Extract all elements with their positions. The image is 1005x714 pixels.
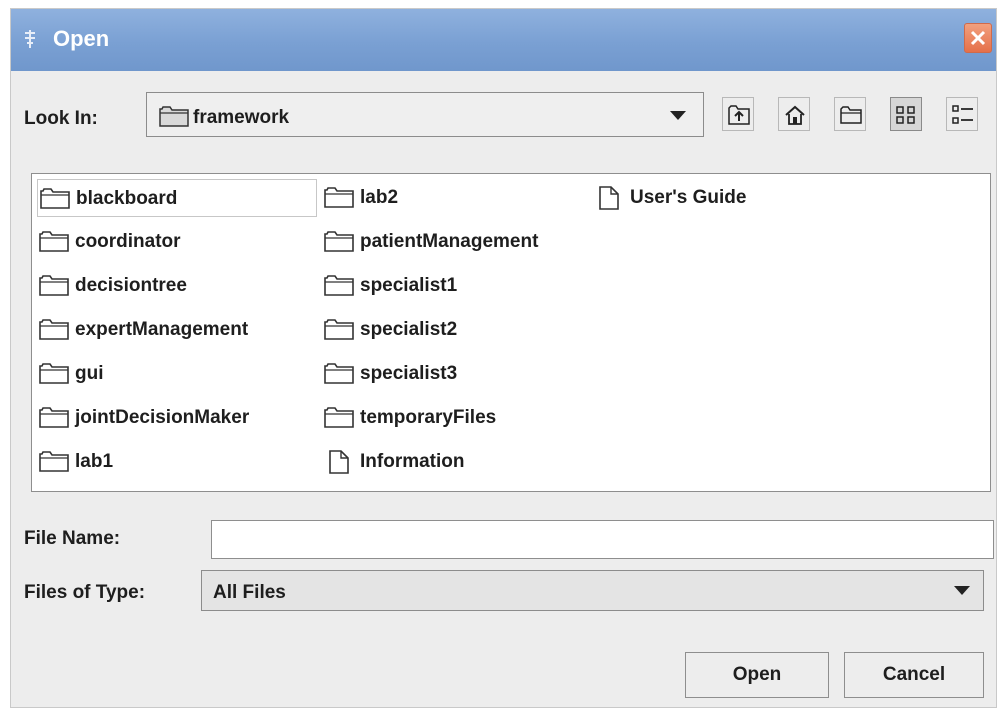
folder-icon: [324, 407, 354, 428]
folder-icon: [324, 363, 354, 384]
files-of-type-value: All Files: [213, 582, 286, 603]
file-item-label: specialist2: [360, 319, 458, 340]
details-view-icon: [952, 105, 973, 124]
folder-icon: [324, 275, 354, 296]
folder-icon: [39, 230, 69, 258]
file-item-label: User's Guide: [630, 187, 747, 208]
file-item-label: lab2: [360, 187, 399, 208]
file-item-label: decisiontree: [75, 275, 187, 296]
open-dialog: Open Look In: framework blackboard coord…: [10, 8, 997, 708]
folder-item[interactable]: specialist1: [322, 267, 592, 305]
cancel-button[interactable]: Cancel: [844, 652, 984, 698]
folder-icon: [39, 407, 69, 428]
file-list[interactable]: blackboard coordinator decisiontree expertM…: [31, 173, 991, 492]
up-folder-icon: [728, 105, 750, 125]
folder-item[interactable]: lab2: [322, 179, 592, 217]
files-of-type-label: Files of Type:: [24, 582, 146, 603]
file-item-label: lab1: [75, 451, 114, 472]
folder-item[interactable]: patientManagement: [322, 223, 592, 261]
folder-icon: [324, 230, 354, 258]
new-folder-icon: [840, 106, 862, 124]
folder-icon: [159, 106, 189, 127]
folder-icon: [40, 188, 70, 209]
folder-item[interactable]: gui: [37, 355, 317, 393]
new-folder-button[interactable]: [834, 97, 866, 131]
folder-icon: [39, 231, 69, 252]
folder-icon: [324, 186, 354, 214]
look-in-combo[interactable]: framework: [146, 92, 704, 137]
file-item-label: temporaryFiles: [360, 407, 497, 428]
look-in-label: Look In:: [24, 108, 98, 129]
look-in-value: framework: [193, 107, 290, 128]
file-item-label: coordinator: [75, 231, 181, 252]
title-bar[interactable]: Open: [11, 9, 996, 71]
close-icon: [970, 30, 986, 46]
folder-icon: [39, 406, 69, 434]
folder-icon: [39, 362, 69, 390]
file-item-label: patientManagement: [360, 231, 539, 252]
folder-item[interactable]: coordinator: [37, 223, 317, 261]
file-item-label: jointDecisionMaker: [75, 407, 250, 428]
folder-icon: [39, 451, 69, 472]
folder-icon: [39, 274, 69, 302]
file-icon: [594, 186, 624, 216]
file-item[interactable]: Information: [322, 443, 592, 481]
file-name-input[interactable]: [211, 520, 994, 559]
file-icon: [329, 450, 349, 474]
folder-icon: [324, 362, 354, 390]
folder-icon: [324, 187, 354, 208]
folder-item[interactable]: temporaryFiles: [322, 399, 592, 437]
folder-icon: [324, 231, 354, 252]
file-icon: [599, 186, 619, 210]
folder-icon: [324, 274, 354, 302]
list-view-button[interactable]: [890, 97, 922, 131]
file-name-label: File Name:: [24, 528, 121, 549]
folder-icon: [324, 318, 354, 346]
folder-item[interactable]: jointDecisionMaker: [37, 399, 317, 437]
dialog-title: Open: [53, 26, 110, 51]
folder-icon: [39, 275, 69, 296]
details-view-button[interactable]: [946, 97, 978, 131]
folder-icon: [324, 406, 354, 434]
folder-item[interactable]: specialist2: [322, 311, 592, 349]
folder-item[interactable]: expertManagement: [37, 311, 317, 349]
open-button[interactable]: Open: [685, 652, 829, 698]
folder-icon: [39, 363, 69, 384]
up-one-level-button[interactable]: [722, 97, 754, 131]
file-item-label: blackboard: [76, 188, 178, 209]
file-item[interactable]: User's Guide: [592, 179, 812, 217]
folder-icon: [39, 318, 69, 346]
file-item-label: gui: [75, 363, 104, 384]
chevron-down-icon[interactable]: [954, 586, 970, 595]
folder-icon: [39, 450, 69, 478]
files-of-type-combo[interactable]: All Files: [201, 570, 984, 611]
home-icon: [785, 105, 805, 125]
close-button[interactable]: [964, 23, 992, 53]
folder-item[interactable]: decisiontree: [37, 267, 317, 305]
chevron-down-icon[interactable]: [670, 111, 686, 120]
java-cup-icon: [25, 30, 35, 48]
file-item-label: specialist1: [360, 275, 458, 296]
home-button[interactable]: [778, 97, 810, 131]
file-item-label: expertManagement: [75, 319, 249, 340]
folder-item[interactable]: specialist3: [322, 355, 592, 393]
folder-icon: [39, 319, 69, 340]
file-icon: [324, 450, 354, 480]
folder-icon: [324, 319, 354, 340]
folder-item[interactable]: blackboard: [37, 179, 317, 217]
file-item-label: specialist3: [360, 363, 458, 384]
folder-item[interactable]: lab1: [37, 443, 317, 481]
folder-icon: [40, 187, 70, 215]
list-view-icon: [896, 106, 915, 124]
file-item-label: Information: [360, 451, 465, 472]
